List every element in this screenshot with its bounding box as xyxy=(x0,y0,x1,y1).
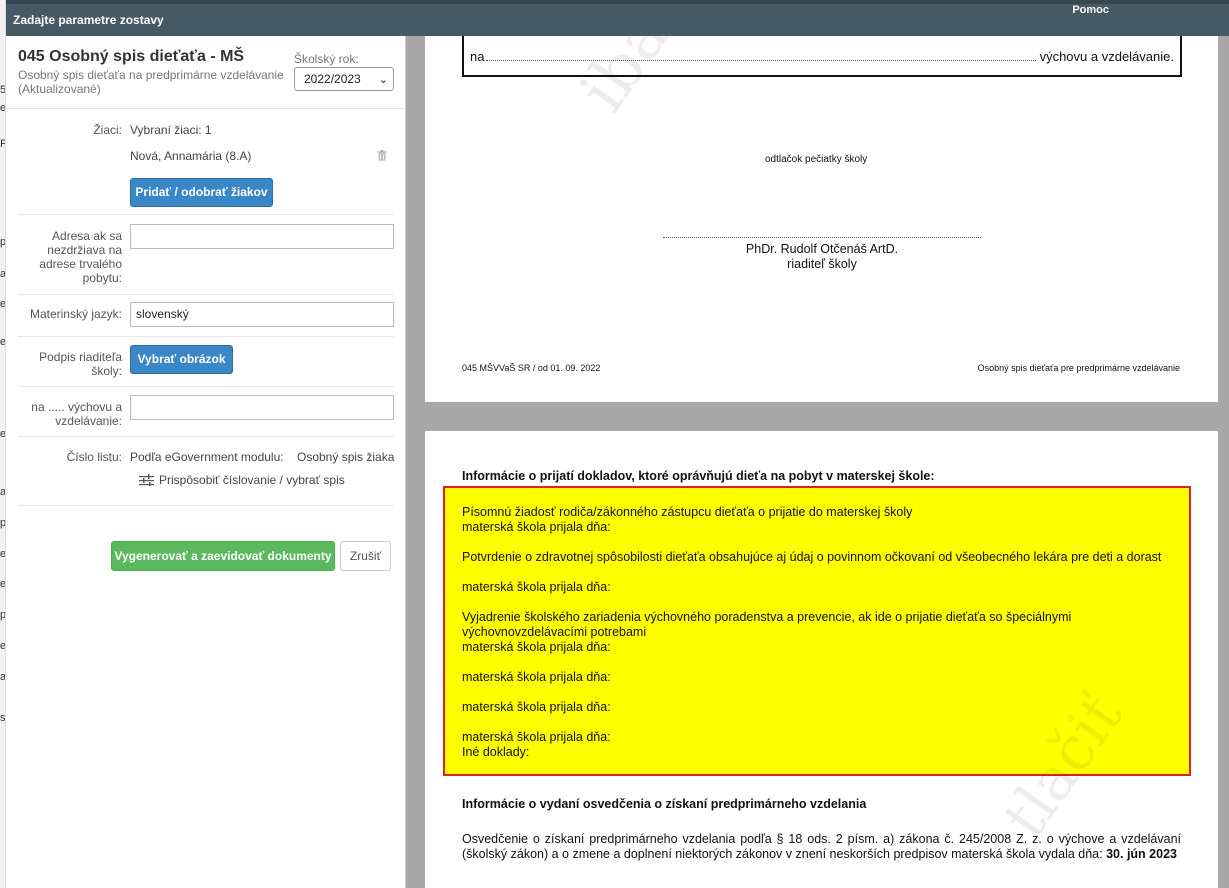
preview-page-2: Informácie o prijatí dokladov, ktoré opr… xyxy=(425,431,1218,888)
help-link[interactable]: Pomoc xyxy=(1072,0,1109,26)
education-input[interactable] xyxy=(130,395,394,420)
document-item: Potvrdenie o zdravotnej spôsobilosti die… xyxy=(462,550,1162,564)
received-date: materská škola prijala dňa: xyxy=(462,520,611,534)
documents-heading: Informácie o prijatí dokladov, ktoré opr… xyxy=(462,469,935,483)
director-title: riaditeľ školy xyxy=(787,257,857,271)
sheet-number-label: Číslo listu: xyxy=(66,450,122,464)
trash-icon[interactable] xyxy=(377,150,387,161)
dotted-line xyxy=(486,60,1036,61)
report-subtitle: Osobný spis dieťaťa na predprimárne vzde… xyxy=(18,68,284,96)
education-label: na ..... výchovu a vzdelávanie: xyxy=(31,400,122,428)
generate-button[interactable]: Vygenerovať a zaevidovať dokumenty xyxy=(111,541,335,571)
received-date: materská škola prijala dňa: xyxy=(462,640,611,654)
certificate-heading: Informácie o vydaní osvedčenia o získaní… xyxy=(462,797,867,811)
document-preview[interactable]: iba na výchovu a vzdelávanie. odtlačok p… xyxy=(407,36,1229,888)
bg-letter: s xyxy=(0,712,6,724)
director-name: PhDr. Rudolf Otčenáš ArtD. xyxy=(745,242,899,256)
education-box: na výchovu a vzdelávanie. xyxy=(462,36,1182,77)
divider xyxy=(18,505,394,506)
form-header: 045 Osobný spis dieťaťa - MŠ Osobný spis… xyxy=(6,36,406,109)
school-year-value: 2022/2023 xyxy=(304,72,361,86)
director-signature-block: PhDr. Rudolf Otčenáš ArtD. riaditeľ škol… xyxy=(663,242,981,272)
modal-title: Zadajte parametre zostavy xyxy=(13,13,164,27)
director-signature-label: Podpis riaditeľa školy: xyxy=(39,350,122,378)
address-label: Adresa ak sa nezdržiava na adrese trvalé… xyxy=(39,229,122,285)
student-name: Nová, Annamária (8.A) xyxy=(130,149,252,163)
school-year-select[interactable]: 2022/2023 ⌄ xyxy=(294,67,394,91)
divider xyxy=(18,386,394,387)
modal-title-bar: Zadajte parametre zostavy Pomoc xyxy=(6,4,1229,36)
signature-line xyxy=(663,237,981,238)
na-text: na xyxy=(470,49,485,64)
cancel-button[interactable]: Zrušiť xyxy=(340,541,391,571)
certificate-paragraph: Osvedčenie o získaní predprimárneho vzde… xyxy=(462,832,1181,862)
students-label: Žiaci: xyxy=(93,123,122,137)
add-remove-students-button[interactable]: Pridať / odobrať žiakov xyxy=(130,178,273,207)
document-item: Vyjadrenie školského zariadenia výchovné… xyxy=(462,610,1072,639)
students-count: Vybraní žiaci: 1 xyxy=(130,123,212,137)
divider xyxy=(18,214,394,215)
chevron-down-icon: ⌄ xyxy=(378,74,388,86)
sliders-icon[interactable] xyxy=(139,474,154,486)
school-stamp-text: odtlačok pečiatky školy xyxy=(765,154,868,165)
received-date: materská škola prijala dňa: xyxy=(462,580,611,594)
footer-left: 045 MŠVVaŠ SR / od 01. 09. 2022 xyxy=(462,363,601,373)
report-title: 045 Osobný spis dieťaťa - MŠ xyxy=(18,48,245,65)
parameters-form: 045 Osobný spis dieťaťa - MŠ Osobný spis… xyxy=(6,36,406,888)
customize-numbering-link[interactable]: Prispôsobiť číslovanie / vybrať spis xyxy=(159,473,345,487)
address-input[interactable] xyxy=(130,224,394,249)
language-input[interactable]: slovenský xyxy=(130,302,394,327)
preview-page-1: iba na výchovu a vzdelávanie. odtlačok p… xyxy=(425,36,1218,402)
language-label: Materinský jazyk: xyxy=(29,307,122,321)
divider xyxy=(18,336,394,337)
document-item: Písomnú žiadosť rodiča/zákonného zástupc… xyxy=(462,505,913,519)
footer-right: Osobný spis dieťaťa pre predprimárne vzd… xyxy=(977,363,1180,373)
certificate-text: Osvedčenie o získaní predprimárneho vzde… xyxy=(462,832,1181,861)
select-image-button[interactable]: Vybrať obrázok xyxy=(130,345,233,374)
school-year-label: Školský rok: xyxy=(294,52,359,66)
certificate-date: 30. jún 2023 xyxy=(1106,847,1177,861)
divider xyxy=(18,436,394,437)
divider xyxy=(18,294,394,295)
sheet-number-source: Podľa eGovernment modulu: xyxy=(130,450,284,464)
sheet-number-value: Osobný spis žiaka xyxy=(297,450,395,464)
received-date: materská škola prijala dňa: xyxy=(462,670,611,684)
education-text: výchovu a vzdelávanie. xyxy=(1039,49,1174,64)
